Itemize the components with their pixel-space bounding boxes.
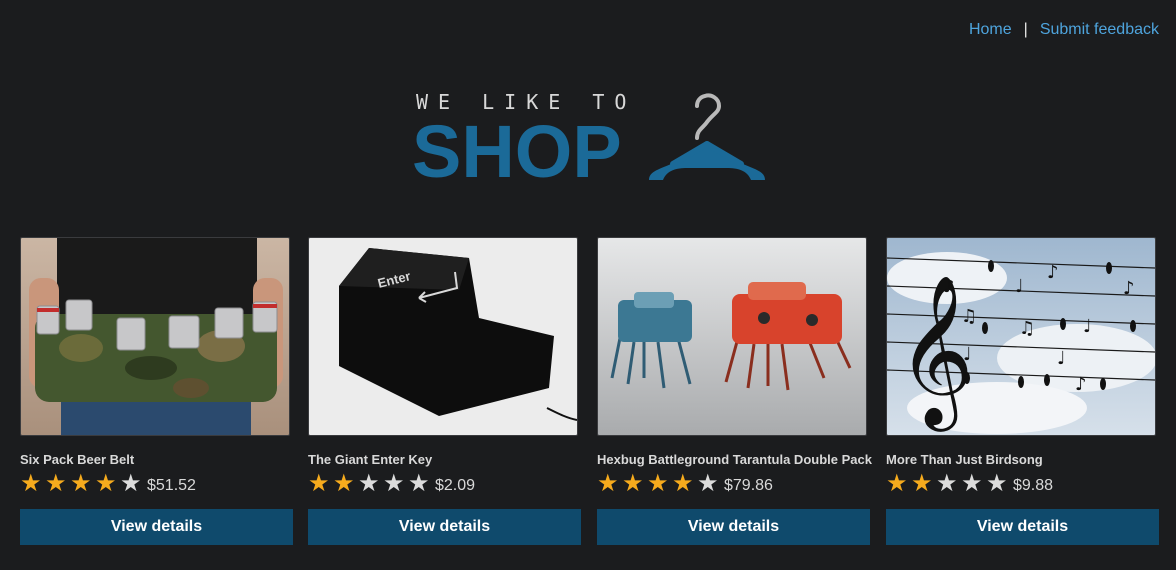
star-empty-icon: ★: [961, 470, 983, 497]
svg-text:♪: ♪: [1075, 374, 1087, 395]
star-filled-icon: ★: [622, 470, 644, 497]
enter-key-image[interactable]: Enter: [308, 237, 578, 436]
view-details-button[interactable]: View details: [597, 509, 870, 545]
star-filled-icon: ★: [597, 470, 619, 497]
product-price: $79.86: [724, 477, 773, 494]
view-details-button[interactable]: View details: [20, 509, 293, 545]
star-filled-icon: ★: [308, 470, 330, 497]
svg-text:♫: ♫: [961, 306, 977, 327]
product-title[interactable]: Six Pack Beer Belt: [20, 452, 294, 468]
rating: ★ ★ ★ ★ ★ $51.52: [20, 471, 294, 497]
beer-belt-image[interactable]: [20, 237, 290, 436]
svg-text:♪: ♪: [1047, 262, 1059, 283]
svg-text:♫: ♫: [1019, 318, 1035, 339]
product-card[interactable]: Hexbug Battleground Tarantula Double Pac…: [597, 237, 872, 545]
star-empty-icon: ★: [697, 470, 719, 497]
submit-feedback-link[interactable]: Submit feedback: [1040, 21, 1159, 39]
view-details-button[interactable]: View details: [886, 509, 1159, 545]
star-empty-icon: ★: [120, 470, 142, 497]
product-card[interactable]: 𝄞 ♪ ♫ ♩ ♫ ♪ ♩ ♩ ♪ ♪ ♩ More Than Just Bir…: [886, 237, 1160, 545]
svg-text:♩: ♩: [1083, 316, 1092, 337]
rating: ★ ★ ★ ★ ★ $2.09: [308, 471, 582, 497]
site-logo[interactable]: WE LIKE TO SHOP: [410, 90, 770, 190]
product-card[interactable]: Six Pack Beer Belt ★ ★ ★ ★ ★ $51.52 View…: [20, 237, 294, 545]
svg-text:♩: ♩: [1015, 276, 1024, 297]
product-title[interactable]: The Giant Enter Key: [308, 452, 582, 468]
birdsong-image[interactable]: 𝄞 ♪ ♫ ♩ ♫ ♪ ♩ ♩ ♪ ♪ ♩: [886, 237, 1156, 436]
product-title[interactable]: Hexbug Battleground Tarantula Double Pac…: [597, 452, 872, 468]
star-filled-icon: ★: [672, 470, 694, 497]
star-filled-icon: ★: [70, 470, 92, 497]
hanger-icon: [649, 93, 765, 180]
star-filled-icon: ★: [20, 470, 42, 497]
star-empty-icon: ★: [408, 470, 430, 497]
star-empty-icon: ★: [936, 470, 958, 497]
star-filled-icon: ★: [45, 470, 67, 497]
rating: ★ ★ ★ ★ ★ $9.88: [886, 471, 1160, 497]
star-filled-icon: ★: [95, 470, 117, 497]
star-filled-icon: ★: [886, 470, 908, 497]
star-filled-icon: ★: [647, 470, 669, 497]
product-price: $9.88: [1013, 477, 1054, 494]
star-empty-icon: ★: [358, 470, 380, 497]
nav-separator: |: [1023, 21, 1028, 38]
star-empty-icon: ★: [383, 470, 405, 497]
home-link[interactable]: Home: [969, 21, 1012, 39]
product-price: $51.52: [147, 477, 196, 494]
product-price: $2.09: [435, 477, 476, 494]
product-card[interactable]: Enter The Giant Enter Key ★ ★ ★ ★ ★ $2.0…: [308, 237, 582, 545]
rating: ★ ★ ★ ★ ★ $79.86: [597, 471, 871, 497]
top-nav: Home | Submit feedback: [969, 21, 1159, 39]
star-filled-icon: ★: [911, 470, 933, 497]
svg-text:♪: ♪: [943, 276, 955, 297]
hexbug-image[interactable]: [597, 237, 867, 436]
svg-text:♩: ♩: [963, 344, 972, 365]
logo-word: SHOP: [412, 110, 622, 193]
product-title[interactable]: More Than Just Birdsong: [886, 452, 1160, 468]
star-filled-icon: ★: [333, 470, 355, 497]
star-empty-icon: ★: [986, 470, 1008, 497]
svg-text:♩: ♩: [1057, 348, 1066, 369]
svg-text:♪: ♪: [1123, 278, 1135, 299]
view-details-button[interactable]: View details: [308, 509, 581, 545]
